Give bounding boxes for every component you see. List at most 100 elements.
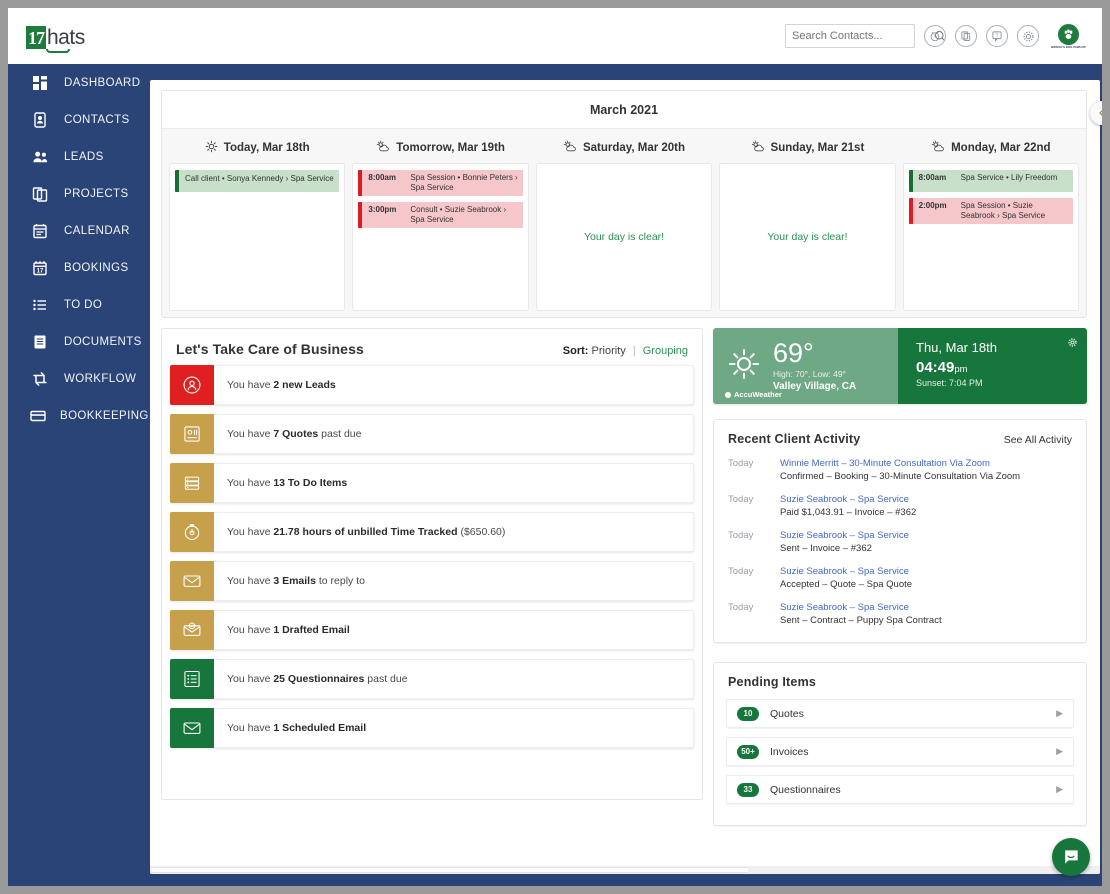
calendar-day-body: 8:00am Spa Service • Lily Freedom 2:00pm…	[902, 163, 1080, 311]
chat-bubble-button[interactable]	[1052, 838, 1090, 876]
business-row[interactable]: You have 2 new Leads	[170, 365, 694, 405]
row-pre: You have	[227, 673, 274, 685]
sun-icon	[205, 140, 218, 156]
week-calendar-card: March 2021 Today, Mar 18th Call client •…	[161, 90, 1087, 318]
see-all-activity-link[interactable]: See All Activity	[1004, 434, 1072, 446]
calendar-event[interactable]: 8:00am Spa Service • Lily Freedom	[908, 170, 1074, 192]
business-logo[interactable]: BRIDGE'S DOG PAWLOR	[1048, 23, 1088, 49]
sidebar-item-dashboard[interactable]: DASHBOARD	[8, 64, 148, 101]
sidebar-item-label: WORKFLOW	[64, 372, 137, 385]
sidebar-item-contacts[interactable]: CONTACTS	[8, 101, 148, 138]
pending-row-invoices[interactable]: 50+ Invoices ▶	[726, 737, 1074, 766]
logo-underline	[46, 49, 70, 53]
calendar-event[interactable]: Call client • Sonya Kennedy › Spa Servic…	[175, 170, 340, 192]
weather-provider: AccuWeather	[725, 390, 782, 399]
sidebar-item-bookings[interactable]: 17 BOOKINGS	[8, 249, 148, 286]
event-time: 3:00pm	[368, 205, 397, 214]
business-card: Let's Take Care of Business Sort: Priori…	[161, 328, 703, 800]
sidebar-item-projects[interactable]: PROJECTS	[8, 175, 148, 212]
pending-label: Invoices	[770, 745, 809, 758]
recent-activity-title: Recent Client Activity	[728, 432, 861, 446]
activity-title[interactable]: Suzie Seabrook – Spa Service	[780, 565, 1072, 578]
help-icon[interactable]: ?	[986, 25, 1008, 47]
horizontal-scrollbar[interactable]	[150, 866, 1100, 874]
search-box[interactable]	[785, 24, 946, 48]
activity-description: Accepted – Quote – Spa Quote	[780, 579, 913, 590]
business-row[interactable]: You have 25 Questionnaires past due	[170, 659, 694, 699]
activity-title[interactable]: Suzie Seabrook – Spa Service	[780, 601, 1072, 614]
activity-description: Confirmed – Booking – 30-Minute Consulta…	[780, 471, 1021, 482]
activity-description: Sent – Contract – Puppy Spa Contract	[780, 615, 942, 626]
calendar-day-header: Sunday, Mar 21st	[719, 137, 895, 159]
calendar-event[interactable]: 3:00pm Consult • Suzie Seabrook › Spa Se…	[358, 202, 523, 228]
sidebar-item-workflow[interactable]: WORKFLOW	[8, 360, 148, 397]
event-time: 8:00am	[368, 173, 396, 182]
sidebar-item-calendar[interactable]: CALENDAR	[8, 212, 148, 249]
business-row[interactable]: You have 1 Drafted Email	[170, 610, 694, 650]
svg-text:17: 17	[37, 268, 44, 274]
sun-icon	[727, 347, 761, 386]
event-title: Consult • Suzie Seabrook › Spa Service	[410, 205, 507, 224]
sort-value[interactable]: Priority	[592, 345, 626, 357]
calendar-day-header: Monday, Mar 22nd	[903, 137, 1079, 159]
business-sort-controls: Sort: Priority | Grouping	[563, 345, 688, 357]
activity-row[interactable]: Today Suzie Seabrook – Spa Service Accep…	[714, 560, 1086, 596]
pending-count-badge: 10	[737, 706, 759, 721]
activity-row[interactable]: Today Suzie Seabrook – Spa Service Sent …	[714, 524, 1086, 560]
activity-title[interactable]: Winnie Merritt – 30-Minute Consultation …	[780, 457, 1072, 470]
workflow-arrows-icon	[30, 369, 50, 389]
weather-time-meridiem: pm	[954, 364, 968, 375]
business-row[interactable]: You have 21.78 hours of unbilled Time Tr…	[170, 512, 694, 552]
alarm-icon[interactable]	[924, 25, 946, 47]
activity-row[interactable]: Today Suzie Seabrook – Spa Service Sent …	[714, 596, 1086, 632]
calendar-event[interactable]: 2:00pm Spa Session • Suzie Seabrook › Sp…	[908, 198, 1074, 224]
activity-row[interactable]: Today Suzie Seabrook – Spa Service Paid …	[714, 488, 1086, 524]
event-title: Spa Session • Bonnie Peters › Spa Servic…	[410, 173, 518, 192]
calendar-day-body: Your day is clear!	[535, 163, 713, 311]
draft-email-icon	[170, 610, 214, 650]
calendar-days: Today, Mar 18th Call client • Sonya Kenn…	[162, 129, 1086, 311]
accuweather-icon	[725, 391, 731, 398]
gear-icon[interactable]	[1017, 25, 1039, 47]
calendar-17-icon: 17	[30, 258, 50, 278]
pending-row-questionnaires[interactable]: 33 Questionnaires ▶	[726, 775, 1074, 804]
people-icon	[30, 147, 50, 167]
weather-settings-gear-icon[interactable]	[1067, 335, 1078, 353]
event-time: 8:00am	[918, 173, 947, 182]
business-row-text: You have 1 Drafted Email	[214, 610, 694, 650]
sidebar-item-to-do[interactable]: TO DO	[8, 286, 148, 323]
day-clear-message: Your day is clear!	[583, 231, 665, 243]
weather-time-value: 04:49	[916, 359, 955, 376]
weather-sunset: Sunset: 7:04 PM	[916, 378, 983, 388]
copy-pages-icon	[30, 184, 50, 204]
scrollbar-thumb[interactable]	[150, 867, 750, 873]
business-row-text: You have 3 Emails to reply to	[214, 561, 694, 601]
weather-current: 69° High: 70°, Low: 49° Valley Village, …	[713, 328, 916, 404]
grid-icon	[30, 73, 50, 93]
app-logo[interactable]: 17 hats	[26, 23, 85, 53]
sidebar-item-documents[interactable]: DOCUMENTS	[8, 323, 148, 360]
business-row[interactable]: You have 3 Emails to reply to	[170, 561, 694, 601]
business-row[interactable]: You have 1 Scheduled Email	[170, 708, 694, 748]
business-row[interactable]: You have 13 To Do Items	[170, 463, 694, 503]
business-row[interactable]: You have 7 Quotes past due	[170, 414, 694, 454]
activity-day: Today	[728, 530, 754, 541]
sidebar: DASHBOARD CONTACTS LEADS PROJECTS CALEND…	[8, 64, 148, 886]
copy-docs-icon[interactable]	[955, 25, 977, 47]
day-clear-message: Your day is clear!	[767, 231, 848, 243]
activity-description: Paid $1,043.91 – Invoice – #362	[780, 507, 917, 518]
activity-title[interactable]: Suzie Seabrook – Spa Service	[780, 529, 1072, 542]
activity-title[interactable]: Suzie Seabrook – Spa Service	[780, 493, 1072, 506]
sidebar-item-bookkeeping[interactable]: BOOKKEEPING	[8, 397, 148, 434]
calendar-event[interactable]: 8:00am Spa Session • Bonnie Peters › Spa…	[358, 170, 523, 196]
paw-icon	[1057, 23, 1079, 45]
sidebar-item-label: TO DO	[64, 298, 103, 311]
activity-day: Today	[728, 602, 754, 613]
business-row-text: You have 25 Questionnaires past due	[214, 659, 694, 699]
calendar-icon	[30, 221, 50, 241]
activity-row[interactable]: Today Winnie Merritt – 30-Minute Consult…	[714, 452, 1086, 488]
grouping-link[interactable]: Grouping	[643, 345, 688, 357]
pending-row-quotes[interactable]: 10 Quotes ▶	[726, 699, 1074, 728]
sidebar-item-leads[interactable]: LEADS	[8, 138, 148, 175]
search-input[interactable]	[792, 30, 934, 42]
